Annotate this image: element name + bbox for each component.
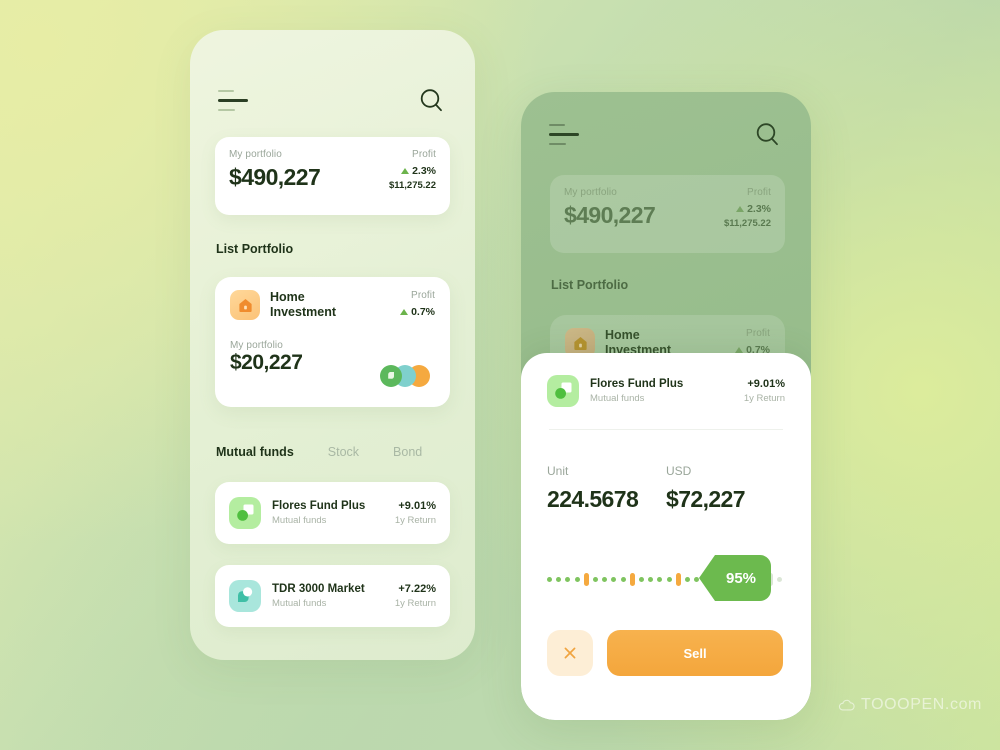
portfolio-amount: $490,227: [229, 164, 321, 190]
asset-type-tabs: Mutual funds Stock Bond: [216, 445, 456, 459]
home-investment-card[interactable]: Home Investment Profit 0.7% My portfolio…: [215, 277, 450, 407]
close-icon: [564, 647, 576, 659]
menu-line-top: [218, 90, 234, 92]
slider-dot: [574, 577, 580, 582]
slider-dot: [602, 577, 608, 582]
portfolio-summary-card[interactable]: My portfolio $490,227 Profit 2.3% $11,27…: [550, 175, 785, 253]
slider-dot: [593, 577, 598, 582]
slider-dot: [777, 577, 782, 582]
trend-up-icon: [400, 309, 409, 315]
phone-screen-sell-sheet: My portfolio $490,227 Profit 2.3% $11,27…: [521, 92, 811, 720]
avatar: [380, 365, 402, 387]
slider-dot: [611, 577, 617, 582]
search-icon[interactable]: [753, 120, 783, 150]
slider-dot: [547, 577, 552, 582]
unit-label: Unit: [547, 464, 569, 478]
menu-line-middle: [549, 133, 579, 136]
flores-fund-icon: [229, 497, 261, 529]
list-portfolio-title: List Portfolio: [216, 242, 294, 256]
phone-screen-portfolio-list: My portfolio $490,227 Profit 2.3% $11,27…: [190, 30, 475, 660]
portfolio-summary-card[interactable]: My portfolio $490,227 Profit 2.3% $11,27…: [215, 137, 450, 215]
profit-label: Profit: [747, 187, 771, 198]
tab-mutual-funds[interactable]: Mutual funds: [216, 445, 294, 459]
menu-line-bottom: [218, 109, 235, 111]
fund-name: Flores Fund Plus: [272, 500, 366, 512]
watermark: TOOOPEN.com: [838, 696, 982, 714]
flores-fund-icon: [547, 375, 579, 407]
fund-category: Mutual funds: [272, 515, 327, 526]
fund-percent: +9.01%: [398, 500, 436, 512]
list-portfolio-title: List Portfolio: [551, 278, 629, 292]
slider-dot: [657, 577, 663, 582]
home-profit-percent: 0.7%: [411, 306, 435, 318]
profit-label: Profit: [412, 149, 436, 160]
unit-stat: Unit 224.5678: [547, 464, 666, 513]
slider-dot: [639, 577, 644, 582]
sheet-actions: Sell: [547, 630, 783, 676]
sell-button[interactable]: Sell: [607, 630, 783, 676]
fund-category: Mutual funds: [272, 598, 327, 609]
cancel-button[interactable]: [547, 630, 593, 676]
slider-dot: [565, 577, 571, 582]
slider-dot: [620, 577, 626, 582]
tab-stock[interactable]: Stock: [328, 445, 359, 459]
watermark-text: TOOOPEN.com: [861, 696, 982, 713]
portfolio-label: My portfolio: [564, 187, 617, 198]
menu-line-top: [549, 124, 565, 126]
fund-category: Mutual funds: [590, 393, 645, 404]
fund-name: TDR 3000 Market: [272, 583, 365, 595]
fund-name: Flores Fund Plus: [590, 378, 684, 390]
fund-percent: +7.22%: [398, 583, 436, 595]
slider-tick: [629, 573, 635, 586]
usd-label: USD: [666, 464, 692, 478]
menu-line-bottom: [549, 143, 566, 145]
profit-percent: 2.3%: [412, 165, 436, 177]
fund-percent: +9.01%: [747, 378, 785, 390]
home-profit-label: Profit: [411, 290, 435, 301]
unit-value: 224.5678: [547, 486, 639, 512]
avatar-group[interactable]: [380, 365, 434, 387]
slider-value-badge[interactable]: 95%: [699, 555, 771, 601]
menu-line-middle: [218, 99, 248, 102]
fund-return-label: 1y Return: [394, 598, 436, 609]
cloud-icon: [838, 699, 855, 710]
fund-return-label: 1y Return: [743, 393, 785, 404]
trend-up-icon: [736, 206, 745, 212]
usd-value: $72,227: [666, 486, 746, 512]
amount-slider[interactable]: 95%: [547, 555, 785, 601]
home-portfolio-label: My portfolio: [230, 339, 283, 351]
usd-stat: USD $72,227: [666, 464, 785, 513]
hamburger-menu-icon[interactable]: [549, 124, 583, 150]
divider: [549, 429, 783, 430]
search-icon[interactable]: [417, 86, 447, 116]
slider-dot: [666, 577, 672, 582]
home-profit-label: Profit: [746, 328, 770, 339]
slider-dot: [694, 577, 700, 582]
home-icon: [230, 290, 260, 320]
sell-bottom-sheet: Flores Fund Plus Mutual funds +9.01% 1y …: [521, 353, 811, 720]
portfolio-label: My portfolio: [229, 149, 282, 160]
profit-amount: $11,275.22: [388, 180, 436, 191]
hamburger-menu-icon[interactable]: [218, 90, 252, 116]
slider-dot: [648, 577, 654, 582]
sell-stats: Unit 224.5678 USD $72,227: [547, 464, 785, 513]
screenshot-canvas: My portfolio $490,227 Profit 2.3% $11,27…: [0, 0, 1000, 750]
tdr-fund-icon: [229, 580, 261, 612]
home-investment-name: Home Investment: [270, 290, 336, 320]
list-item[interactable]: Flores Fund Plus Mutual funds +9.01% 1y …: [215, 482, 450, 544]
profit-percent: 2.3%: [747, 203, 771, 215]
trend-up-icon: [401, 168, 410, 174]
slider-tick: [675, 573, 681, 586]
portfolio-amount: $490,227: [564, 202, 656, 228]
slider-dot: [556, 577, 562, 582]
sheet-fund-header[interactable]: Flores Fund Plus Mutual funds +9.01% 1y …: [547, 375, 785, 407]
profit-amount: $11,275.22: [723, 218, 771, 229]
slider-dot: [685, 577, 690, 582]
fund-return-label: 1y Return: [394, 515, 436, 526]
list-item[interactable]: TDR 3000 Market Mutual funds +7.22% 1y R…: [215, 565, 450, 627]
tab-bond[interactable]: Bond: [393, 445, 422, 459]
slider-tick: [583, 573, 589, 586]
